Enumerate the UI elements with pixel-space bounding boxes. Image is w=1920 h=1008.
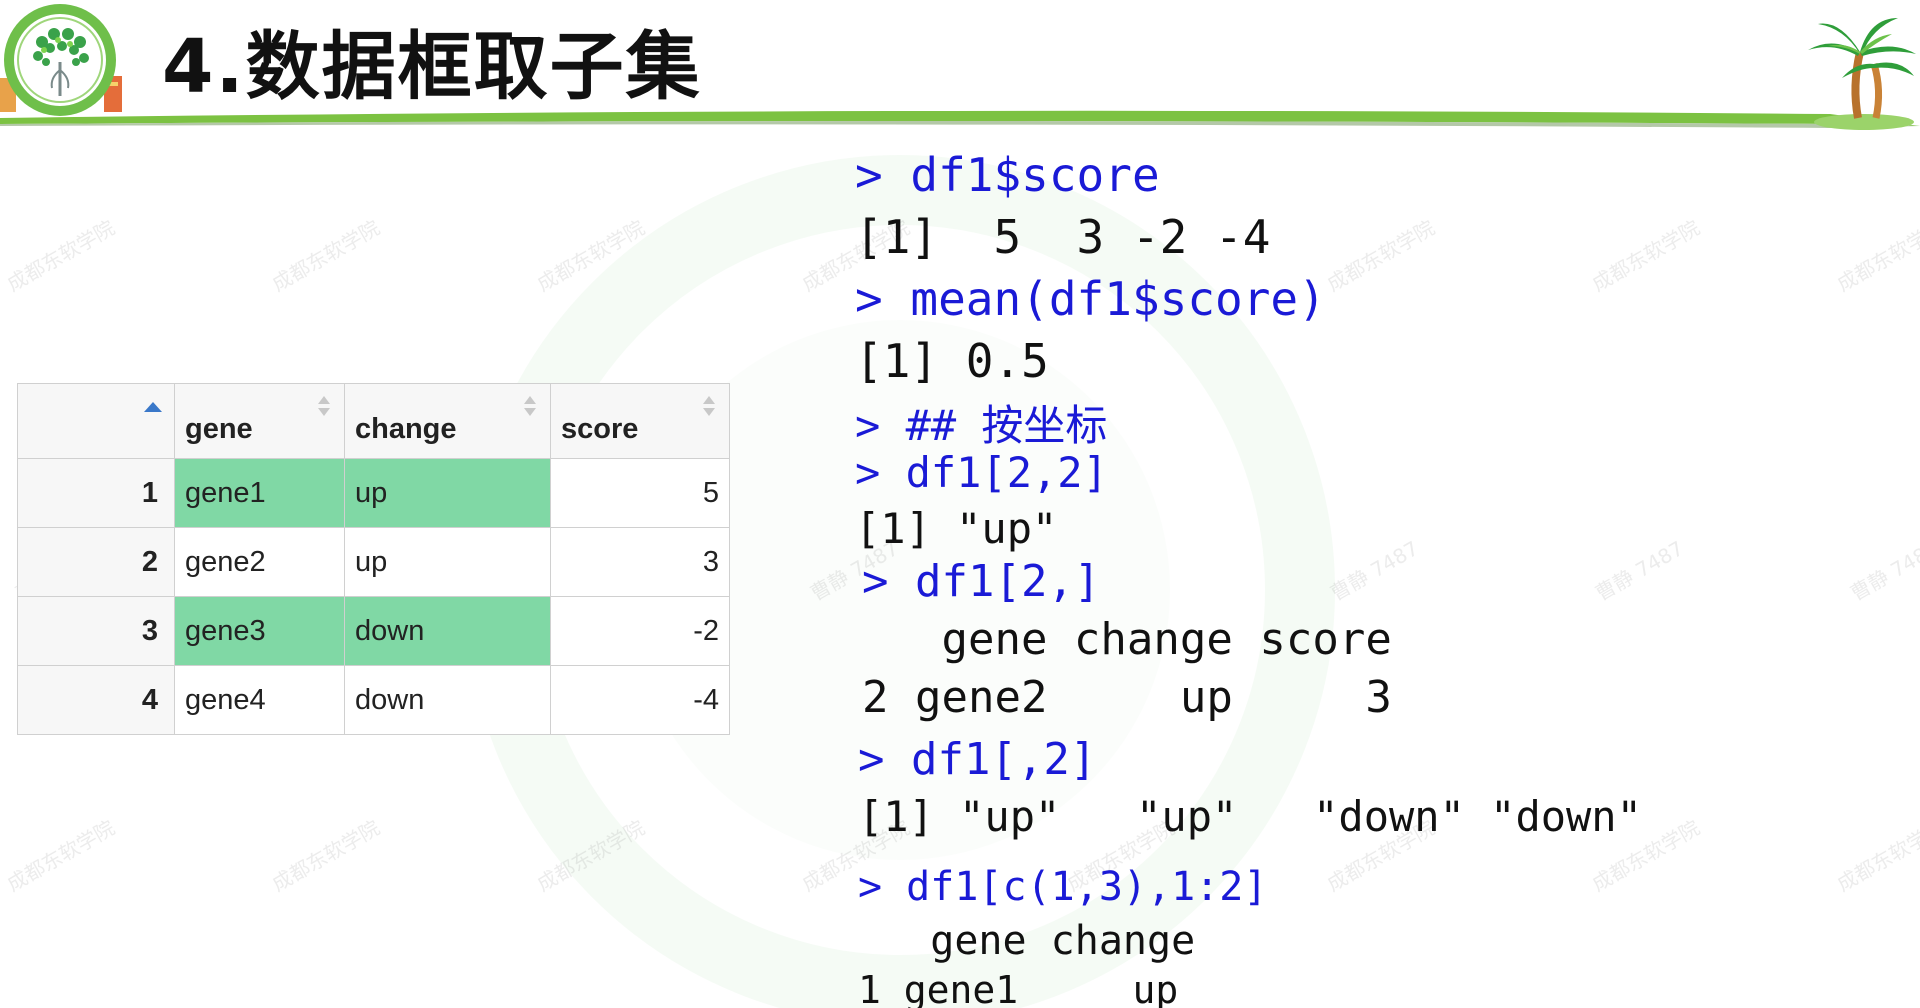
watermark-text: 曹静 7487 [1591,536,1688,606]
cell-gene: gene3 [174,596,345,666]
watermark-text: 成都东软学院 [2,815,119,897]
row-number: 3 [17,596,175,666]
sort-ascending-icon [144,402,162,412]
table-header-row: gene change score [17,383,730,459]
console-output-line: 2 gene2 up 3 [862,672,1392,723]
cell-gene: gene2 [174,527,345,597]
console-command: > df1[c(1,3),1:2] [858,864,1268,910]
sort-icon [703,396,715,420]
logo-icon [0,4,122,116]
cell-change: down [344,665,551,735]
cell-score: 3 [550,527,730,597]
cell-gene: gene4 [174,665,345,735]
cell-change: up [344,458,551,528]
palm-tree-icon [1808,18,1916,130]
console-command: > mean(df1$score) [855,272,1326,326]
watermark-text: 成都东软学院 [1832,815,1920,897]
page-title: 4.数据框取子集 [162,24,702,110]
console-comment: > ## 按坐标 [855,401,1108,450]
watermark-text: 曹静 7487 [1846,536,1920,606]
watermark-text: 成都东软学院 [1587,215,1704,297]
cell-change: down [344,596,551,666]
cell-score: 5 [550,458,730,528]
watermark-text: 成都东软学院 [2,215,119,297]
watermark-text: 成都东软学院 [1832,215,1920,297]
cell-score: -4 [550,665,730,735]
watermark-text: 成都东软学院 [267,215,384,297]
row-number: 1 [17,458,175,528]
row-number: 4 [17,665,175,735]
table-row: 4 gene4 down -4 [17,665,730,735]
console-output-line: [1] "up" [855,504,1058,553]
header-divider [0,110,1920,128]
console-output-line: 1 gene1 up [858,968,1179,1008]
watermark-text: 成都东软学院 [267,815,384,897]
console-command: > df1[2,] [862,556,1101,607]
watermark-text: 曹静 7487 [1326,536,1423,606]
sort-icon [524,396,536,420]
column-header-gene[interactable]: gene [174,383,345,459]
column-header-label: change [355,413,457,445]
column-header-label: score [561,413,639,445]
cell-change: up [344,527,551,597]
watermark-text: 成都东软学院 [532,215,649,297]
column-header-change[interactable]: change [344,383,551,459]
console-command: > df1[,2] [858,734,1097,785]
console-output-line: [1] 5 3 -2 -4 [855,210,1271,264]
console-command: > df1[2,2] [855,448,1108,497]
watermark-text: 成都东软学院 [532,815,649,897]
row-number: 2 [17,527,175,597]
console-output-line: [1] "up" "up" "down" "down" [858,792,1642,841]
console-command: > df1$score [855,148,1160,202]
column-header-score[interactable]: score [550,383,730,459]
cell-gene: gene1 [174,458,345,528]
watermark-text: 成都东软学院 [1322,215,1439,297]
table-row: 2 gene2 up 3 [17,527,730,597]
console-output-line: [1] 0.5 [855,334,1049,388]
column-header-label: gene [185,413,253,445]
console-output-line: gene change [858,918,1196,964]
data-viewer-table: gene change score 1 gene1 up 5 2 gene2 u… [17,383,730,735]
column-header-rownames[interactable] [17,383,175,459]
table-row: 3 gene3 down -2 [17,596,730,666]
table-row: 1 gene1 up 5 [17,458,730,528]
sort-icon [318,396,330,420]
cell-score: -2 [550,596,730,666]
console-output-line: gene change score [862,614,1392,665]
